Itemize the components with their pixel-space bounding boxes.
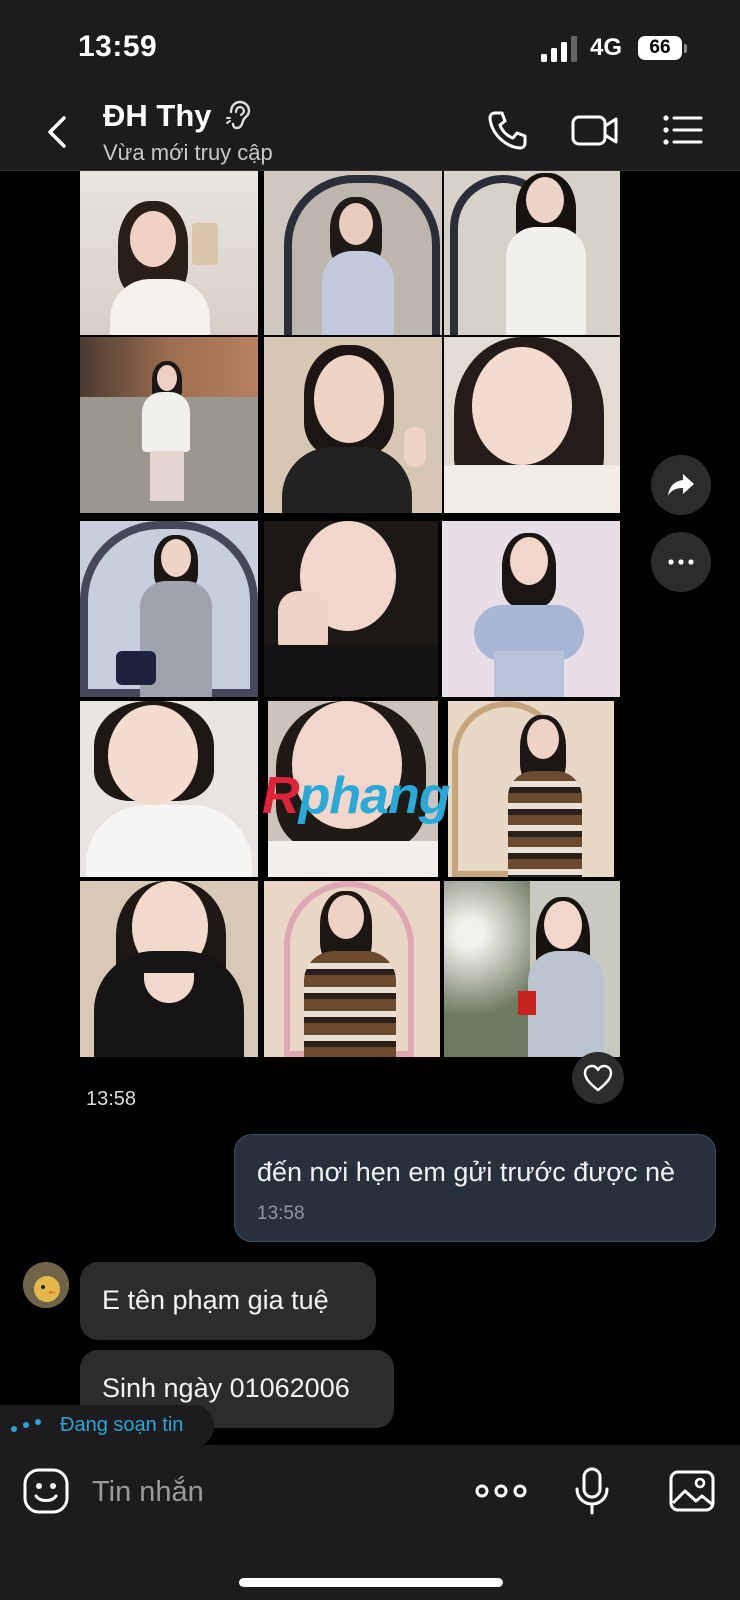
photo-thumbnail[interactable] [444, 337, 620, 513]
photo-album[interactable] [80, 171, 628, 1073]
photo-thumbnail[interactable] [448, 701, 614, 877]
photo-thumbnail[interactable] [444, 171, 620, 335]
message-timestamp: 13:58 [257, 1203, 305, 1224]
photo-thumbnail[interactable] [264, 337, 442, 513]
clock: 13:59 [78, 30, 158, 63]
typing-indicator: Đang soạn tin [0, 1405, 214, 1447]
more-horizontal-icon[interactable] [474, 1467, 528, 1515]
typing-dots-icon [11, 1419, 41, 1432]
more-options-button[interactable] [651, 532, 711, 592]
back-chevron-icon[interactable] [42, 112, 72, 152]
share-arrow-icon [668, 474, 694, 496]
status-bar: 13:59 4G 66 [0, 0, 740, 90]
photo-thumbnail[interactable] [444, 881, 620, 1057]
menu-list-icon[interactable] [662, 108, 704, 152]
photo-thumbnail[interactable] [264, 171, 442, 335]
watermark-prefix: R [262, 767, 300, 825]
image-gallery-icon[interactable] [668, 1467, 716, 1515]
phone-call-icon[interactable] [486, 108, 530, 152]
photo-thumbnail[interactable] [264, 521, 438, 697]
message-text: E tên phạm gia tuệ [102, 1285, 329, 1315]
photo-thumbnail[interactable] [264, 881, 440, 1057]
message-bubble-outgoing[interactable]: đến nơi hẹn em gửi trước được nè 13:58 [234, 1134, 716, 1242]
photo-thumbnail[interactable] [80, 337, 258, 513]
watermark-text: phang [298, 767, 451, 825]
microphone-icon[interactable] [570, 1467, 614, 1515]
watermark: Rphang [262, 766, 451, 826]
photo-thumbnail[interactable] [442, 521, 620, 697]
network-type: 4G [590, 34, 623, 61]
home-indicator[interactable] [239, 1578, 503, 1587]
heart-icon [583, 1064, 613, 1092]
composer-bar [0, 1445, 740, 1600]
photo-thumbnail[interactable] [80, 881, 258, 1057]
typing-label: Đang soạn tin [60, 1414, 184, 1436]
message-input[interactable] [90, 1469, 454, 1515]
photo-thumbnail[interactable] [80, 521, 258, 697]
battery-icon: 66 [638, 36, 688, 62]
message-text: Sinh ngày 01062006 [102, 1373, 350, 1403]
forward-button[interactable] [651, 455, 711, 515]
sticker-emoji-icon[interactable] [22, 1467, 70, 1515]
contact-status: Vừa mới truy cập [103, 140, 273, 165]
message-bubble-incoming[interactable]: E tên phạm gia tuệ [80, 1262, 376, 1340]
more-dots-icon [668, 559, 694, 565]
cellular-signal-icon [541, 36, 577, 62]
photo-thumbnail[interactable] [80, 701, 258, 877]
message-text: đến nơi hẹn em gửi trước được nè [257, 1157, 676, 1187]
hearing-icon [226, 100, 251, 130]
album-timestamp: 13:58 [86, 1088, 137, 1110]
video-call-icon[interactable] [570, 108, 620, 152]
chat-header: ĐH Thy Vừa mới truy cập [0, 90, 740, 171]
like-button[interactable] [572, 1052, 624, 1104]
contact-name[interactable]: ĐH Thy [103, 98, 212, 134]
avatar[interactable] [23, 1262, 69, 1308]
photo-thumbnail[interactable] [80, 171, 258, 335]
battery-level: 66 [638, 36, 682, 60]
